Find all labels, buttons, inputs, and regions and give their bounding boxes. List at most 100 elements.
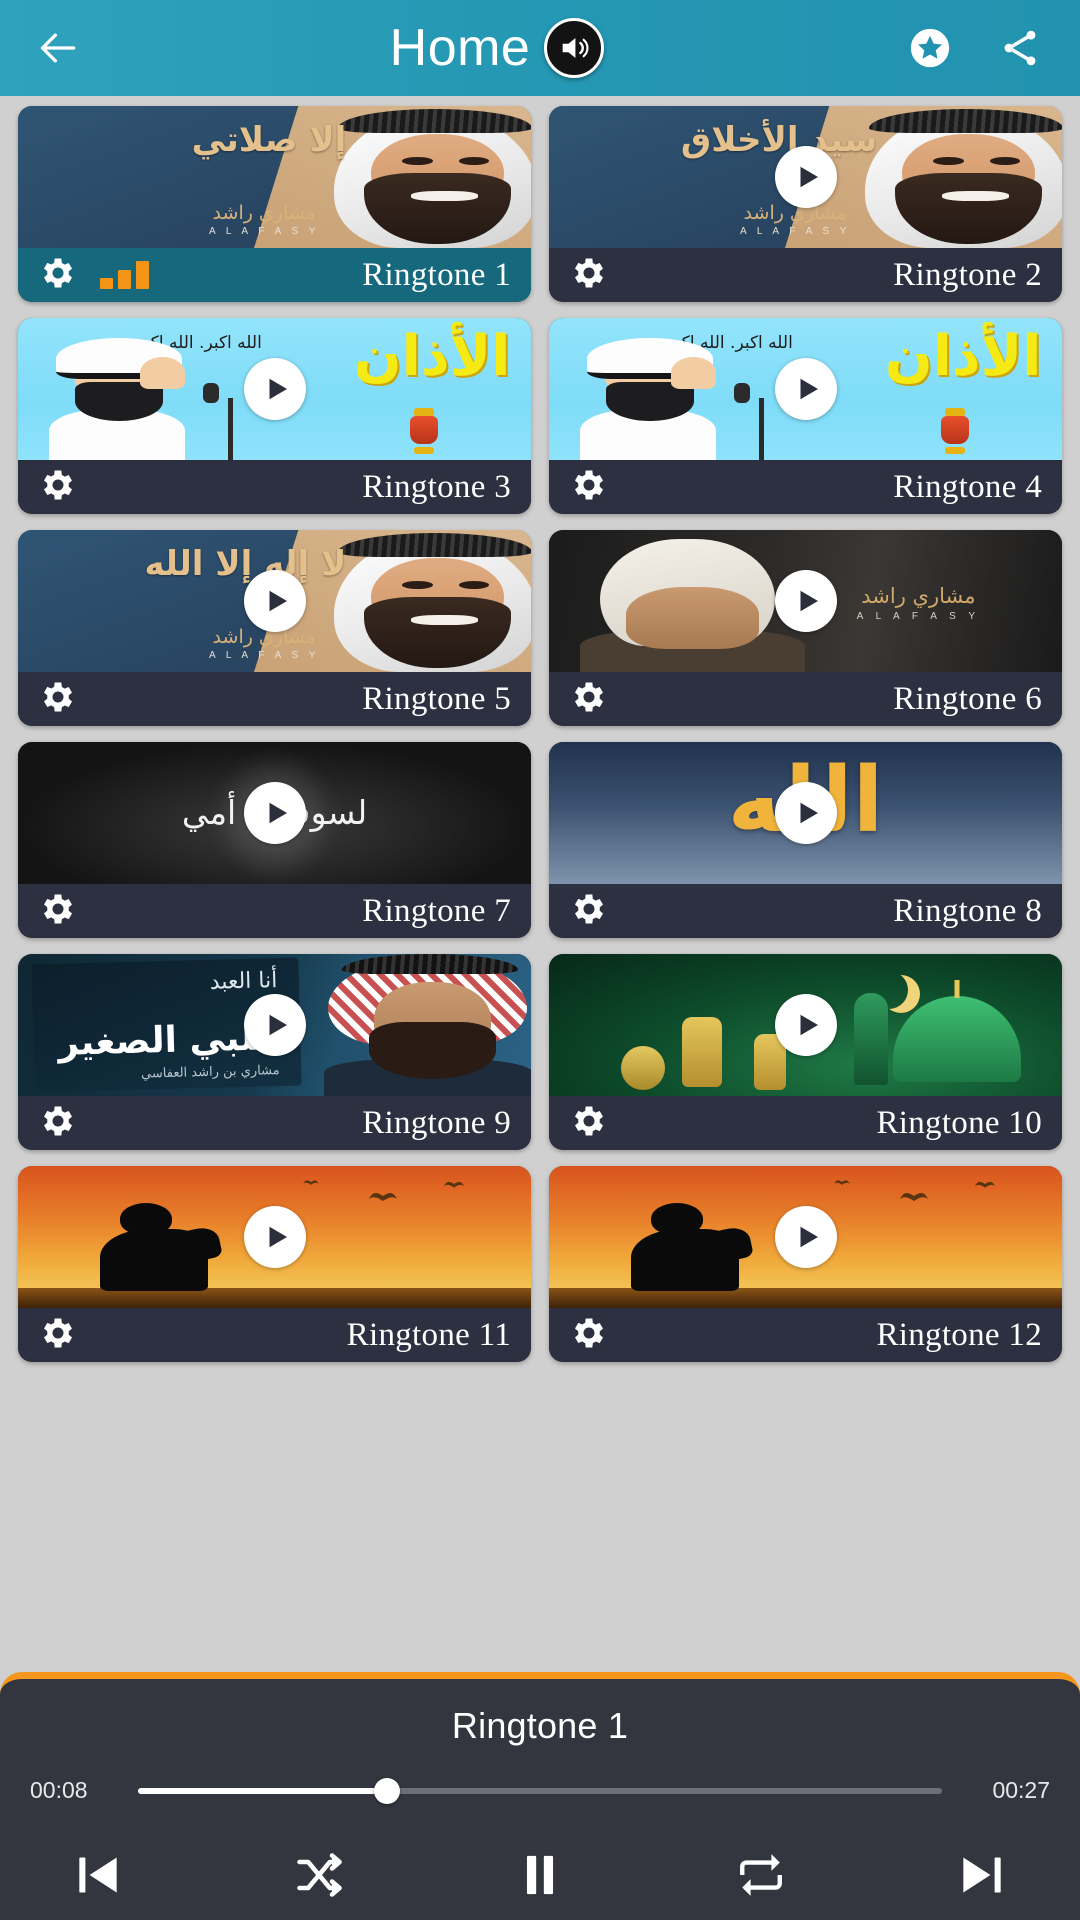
ringtone-card[interactable]: مشاري راشد A L A F A S Y Ringtone 6 — [549, 530, 1062, 726]
settings-button[interactable] — [569, 1101, 609, 1146]
settings-button[interactable] — [569, 889, 609, 934]
ringtone-name: Ringtone 6 — [893, 680, 1042, 717]
play-button[interactable] — [243, 1206, 306, 1268]
speaker-icon — [544, 18, 605, 78]
play-button[interactable] — [243, 994, 306, 1056]
ringtone-card[interactable]: Ringtone 12 — [549, 1166, 1062, 1362]
gear-icon — [575, 1106, 603, 1135]
brand-arabic: مشاري راشد — [861, 583, 976, 608]
play-button[interactable] — [774, 994, 837, 1056]
ringtone-card[interactable]: الأذان الله اكبر. الله اكبر. Ringtone 3 — [18, 318, 531, 514]
play-button[interactable] — [243, 358, 306, 420]
settings-button[interactable] — [38, 465, 78, 510]
ringtone-thumbnail[interactable]: مشاري راشد A L A F A S Y — [549, 530, 1062, 672]
artwork-brand: مشاري راشد A L A F A S Y — [172, 626, 357, 661]
artwork-arabic-title: سيد الأخلاق — [680, 119, 878, 160]
gear-icon — [575, 682, 603, 711]
settings-button[interactable] — [38, 1313, 78, 1358]
ringtone-thumbnail[interactable]: لا إله إلا الله مشاري راشد A L A F A S Y — [18, 530, 531, 672]
play-button[interactable] — [243, 570, 306, 632]
settings-button[interactable] — [38, 677, 78, 722]
ringtone-thumbnail[interactable]: الله — [549, 742, 1062, 884]
bird-icon — [834, 1179, 850, 1185]
play-button[interactable] — [774, 570, 837, 632]
play-icon — [800, 378, 818, 400]
app-header: Home — [0, 0, 1080, 96]
ringtone-card[interactable]: الأذان الله اكبر. الله اكبر. Ringtone 4 — [549, 318, 1062, 514]
settings-button[interactable] — [569, 253, 609, 298]
ringtone-thumbnail[interactable] — [549, 954, 1062, 1096]
ringtone-name: Ringtone 8 — [893, 892, 1042, 929]
ringtone-thumbnail[interactable]: إلا صلاتي مشاري راشد A L A F A S Y — [18, 106, 531, 248]
brand-latin: A L A F A S Y — [209, 225, 320, 237]
lantern-icon — [935, 408, 975, 455]
play-button[interactable] — [774, 146, 837, 208]
shuffle-button[interactable] — [277, 1838, 361, 1912]
settings-button[interactable] — [38, 1101, 78, 1146]
page-title: Home — [389, 19, 531, 77]
minaret — [853, 992, 888, 1085]
play-button[interactable] — [243, 782, 306, 844]
gear-icon — [44, 1318, 72, 1347]
ringtone-card[interactable]: أنا العبد قلبي الصغير مشاري بن راشد العف… — [18, 954, 531, 1150]
ringtone-thumbnail[interactable]: أنا العبد قلبي الصغير مشاري بن راشد العف… — [18, 954, 531, 1096]
seek-slider[interactable] — [138, 1777, 942, 1804]
favorite-button[interactable] — [902, 20, 958, 76]
ringtone-name: Ringtone 11 — [346, 1316, 511, 1353]
bird-icon — [975, 1182, 996, 1188]
ringtone-label-bar: Ringtone 7 — [18, 884, 531, 938]
ringtone-thumbnail[interactable]: لسوف يا أمي — [18, 742, 531, 884]
arrow-left-icon — [40, 33, 76, 63]
back-button[interactable] — [26, 15, 92, 81]
play-icon — [800, 590, 818, 612]
ringtone-card[interactable]: إلا صلاتي مشاري راشد A L A F A S Y Ringt… — [18, 106, 531, 302]
bird-icon — [303, 1179, 319, 1185]
ringtone-thumbnail[interactable]: سيد الأخلاق مشاري راشد A L A F A S Y — [549, 106, 1062, 248]
ringtone-card[interactable]: لسوف يا أمي Ringtone 7 — [18, 742, 531, 938]
gear-icon — [44, 258, 72, 287]
ringtone-card[interactable]: Ringtone 10 — [549, 954, 1062, 1150]
ringtone-card[interactable]: الله Ringtone 8 — [549, 742, 1062, 938]
gear-icon — [575, 894, 603, 923]
gear-icon — [44, 894, 72, 923]
ringtone-card[interactable]: Ringtone 11 — [18, 1166, 531, 1362]
gear-icon — [575, 1318, 603, 1347]
ringtone-thumbnail[interactable]: الأذان الله اكبر. الله اكبر. — [549, 318, 1062, 460]
artwork-arabic-sub: مشاري بن راشد العفاسي — [141, 1063, 281, 1082]
play-button[interactable] — [774, 358, 837, 420]
ringtone-thumbnail[interactable] — [18, 1166, 531, 1308]
lantern-icon — [404, 408, 444, 455]
brand-latin: A L A F A S Y — [856, 610, 981, 622]
lantern-icon — [682, 1017, 723, 1088]
settings-button[interactable] — [569, 1313, 609, 1358]
repeat-button[interactable] — [719, 1838, 803, 1912]
settings-button[interactable] — [38, 253, 78, 298]
repeat-icon — [740, 1854, 782, 1896]
decor-orb — [620, 1046, 665, 1091]
ringtone-thumbnail[interactable]: الأذان الله اكبر. الله اكبر. — [18, 318, 531, 460]
ringtone-label-bar: Ringtone 3 — [18, 460, 531, 514]
pause-button[interactable] — [498, 1838, 582, 1912]
ringtone-card[interactable]: لا إله إلا الله مشاري راشد A L A F A S Y… — [18, 530, 531, 726]
play-icon — [800, 166, 818, 188]
play-button[interactable] — [774, 1206, 837, 1268]
settings-button[interactable] — [38, 889, 78, 934]
ringtone-thumbnail[interactable] — [549, 1166, 1062, 1308]
play-icon — [269, 1226, 287, 1248]
settings-button[interactable] — [569, 677, 609, 722]
share-icon — [1004, 30, 1036, 66]
seek-thumb[interactable] — [374, 1777, 401, 1804]
ringtone-label-bar: Ringtone 12 — [549, 1308, 1062, 1362]
play-button[interactable] — [774, 782, 837, 844]
settings-button[interactable] — [569, 465, 609, 510]
share-button[interactable] — [992, 20, 1048, 76]
equalizer-bars-icon — [100, 261, 149, 289]
ringtone-label-bar: Ringtone 9 — [18, 1096, 531, 1150]
play-icon — [269, 590, 287, 612]
ringtone-name: Ringtone 3 — [362, 468, 511, 505]
play-icon — [269, 802, 287, 824]
seek-fill — [138, 1787, 388, 1794]
previous-button[interactable] — [56, 1838, 140, 1912]
ringtone-card[interactable]: سيد الأخلاق مشاري راشد A L A F A S Y Rin… — [549, 106, 1062, 302]
next-button[interactable] — [940, 1838, 1024, 1912]
